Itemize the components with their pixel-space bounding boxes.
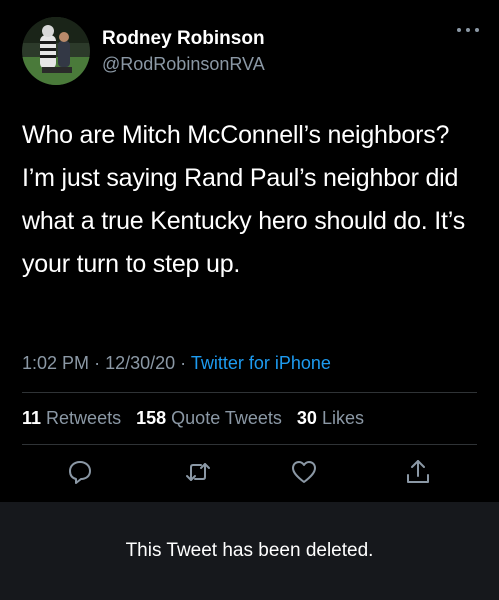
author-display-name[interactable]: Rodney Robinson xyxy=(102,28,265,50)
meta-separator: · xyxy=(94,353,101,373)
meta-separator: · xyxy=(180,353,187,373)
share-icon[interactable] xyxy=(404,458,432,486)
quote-tweets-label: Quote Tweets xyxy=(171,408,282,428)
likes-count: 30 xyxy=(296,408,317,428)
divider xyxy=(22,444,477,445)
more-options-icon[interactable] xyxy=(457,25,479,35)
retweets-label: Retweets xyxy=(46,408,122,428)
tweet-header: Rodney Robinson @RodRobinsonRVA xyxy=(22,17,483,87)
tweet: Rodney Robinson @RodRobinsonRVA Who are … xyxy=(0,0,499,502)
retweet-icon[interactable] xyxy=(184,458,212,486)
likes-label: Likes xyxy=(321,408,364,428)
likes-stat[interactable]: 30 Likes xyxy=(297,408,364,428)
retweets-stat[interactable]: 11 Retweets xyxy=(22,408,121,428)
tweet-meta: 1:02 PM · 12/30/20 · Twitter for iPhone xyxy=(22,351,331,375)
quote-tweets-count: 158 xyxy=(136,408,167,428)
tweet-source-link[interactable]: Twitter for iPhone xyxy=(191,353,331,373)
tweet-time[interactable]: 1:02 PM xyxy=(22,353,89,373)
tweet-actions xyxy=(0,458,499,488)
tweet-stats: 11 Retweets 158 Quote Tweets 30 Likes xyxy=(22,406,374,430)
heart-icon[interactable] xyxy=(290,458,318,486)
tweet-date[interactable]: 12/30/20 xyxy=(105,353,175,373)
divider xyxy=(22,392,477,393)
deleted-tweet-banner: This Tweet has been deleted. xyxy=(0,502,499,600)
tweet-text: Who are Mitch McConnell’s neighbors? I’m… xyxy=(22,121,465,278)
deleted-tweet-message: This Tweet has been deleted. xyxy=(125,540,374,561)
quote-tweets-stat[interactable]: 158 Quote Tweets xyxy=(136,408,282,428)
reply-icon[interactable] xyxy=(66,458,94,486)
retweets-count: 11 xyxy=(22,408,42,428)
author-handle[interactable]: @RodRobinsonRVA xyxy=(102,52,265,76)
avatar[interactable] xyxy=(22,17,90,85)
